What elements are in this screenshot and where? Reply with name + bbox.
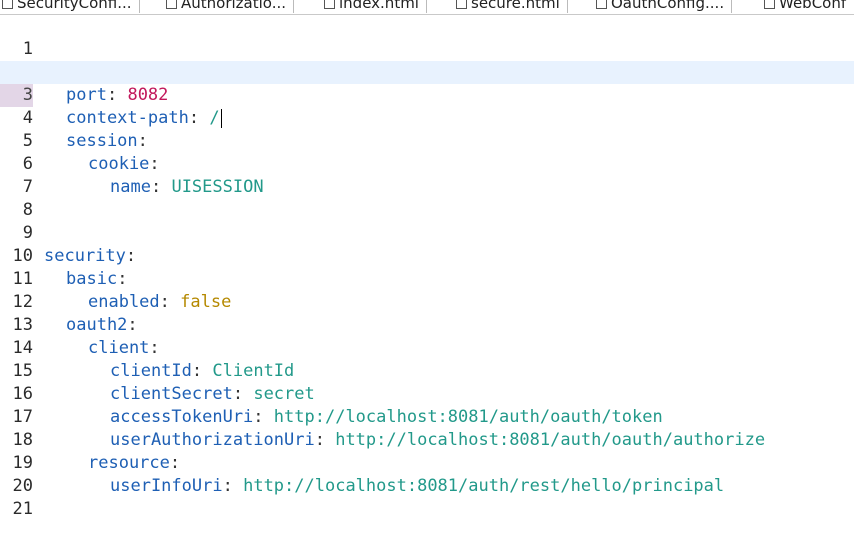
tab-label: secure.html: [471, 0, 560, 12]
java-file-icon: [2, 0, 13, 9]
code-line[interactable]: 12 oauth2:: [0, 268, 854, 335]
tab-separator: [138, 0, 140, 13]
code-line[interactable]: 20: [0, 452, 854, 496]
tab-separator: [731, 0, 733, 13]
code-line[interactable]: 10 basic:: [0, 222, 854, 289]
tab-securityconfig[interactable]: SecurityConfi...: [2, 0, 140, 13]
code-line[interactable]: 13 client:: [0, 291, 854, 358]
code-line[interactable]: 2 port: 8082: [0, 38, 854, 105]
code-line[interactable]: 17 userAuthorizationUri: http://localhos…: [0, 383, 854, 450]
code-line[interactable]: 18 resource:: [0, 406, 854, 473]
code-line[interactable]: 7: [0, 153, 854, 197]
code-line[interactable]: 19 userInfoUri: http://localhost:8081/au…: [0, 429, 854, 496]
tab-separator: [425, 0, 427, 13]
java-file-icon: [764, 0, 775, 9]
html-file-icon: [456, 0, 467, 9]
code-line[interactable]: 1 server:: [0, 15, 854, 82]
tab-index-html[interactable]: index.html: [324, 0, 427, 13]
yaml-editor[interactable]: 1 server: 2 port: 8082 3 context-path: /…: [0, 15, 854, 519]
code-line[interactable]: 4 session:: [0, 84, 854, 151]
tab-secure-html[interactable]: secure.html: [456, 0, 568, 13]
code-line[interactable]: 15 clientSecret: secret: [0, 337, 854, 404]
code-line[interactable]: 16 accessTokenUri: http://localhost:8081…: [0, 360, 854, 427]
tab-authorization[interactable]: Authorizatio...: [166, 0, 294, 13]
code-line-current[interactable]: 3 context-path: /: [0, 61, 854, 128]
tab-separator: [566, 0, 568, 13]
tab-label: index.html: [339, 0, 419, 12]
tab-label: WebConf: [779, 0, 847, 12]
tab-label: Authorizatio...: [181, 0, 286, 12]
code-line[interactable]: 9 security:: [0, 199, 854, 266]
code-line[interactable]: 21: [0, 475, 854, 519]
tab-label: SecurityConfi...: [17, 0, 132, 12]
tab-oauthconfig[interactable]: OauthConfig....: [596, 0, 733, 13]
java-file-icon: [166, 0, 177, 9]
code-line[interactable]: 11 enabled: false: [0, 245, 854, 312]
java-file-icon: [596, 0, 607, 9]
code-line[interactable]: 6 name: UISESSION: [0, 130, 854, 197]
tab-label: OauthConfig....: [611, 0, 725, 12]
html-file-icon: [324, 0, 335, 9]
code-line[interactable]: 8: [0, 176, 854, 220]
editor-tab-bar: SecurityConfi... Authorizatio... index.h…: [0, 0, 854, 15]
code-line[interactable]: 14 clientId: ClientId: [0, 314, 854, 381]
tab-webconfig[interactable]: WebConf: [764, 0, 846, 13]
line-number: 21: [12, 499, 33, 519]
code-line[interactable]: 5 cookie:: [0, 107, 854, 174]
tab-separator: [293, 0, 294, 13]
